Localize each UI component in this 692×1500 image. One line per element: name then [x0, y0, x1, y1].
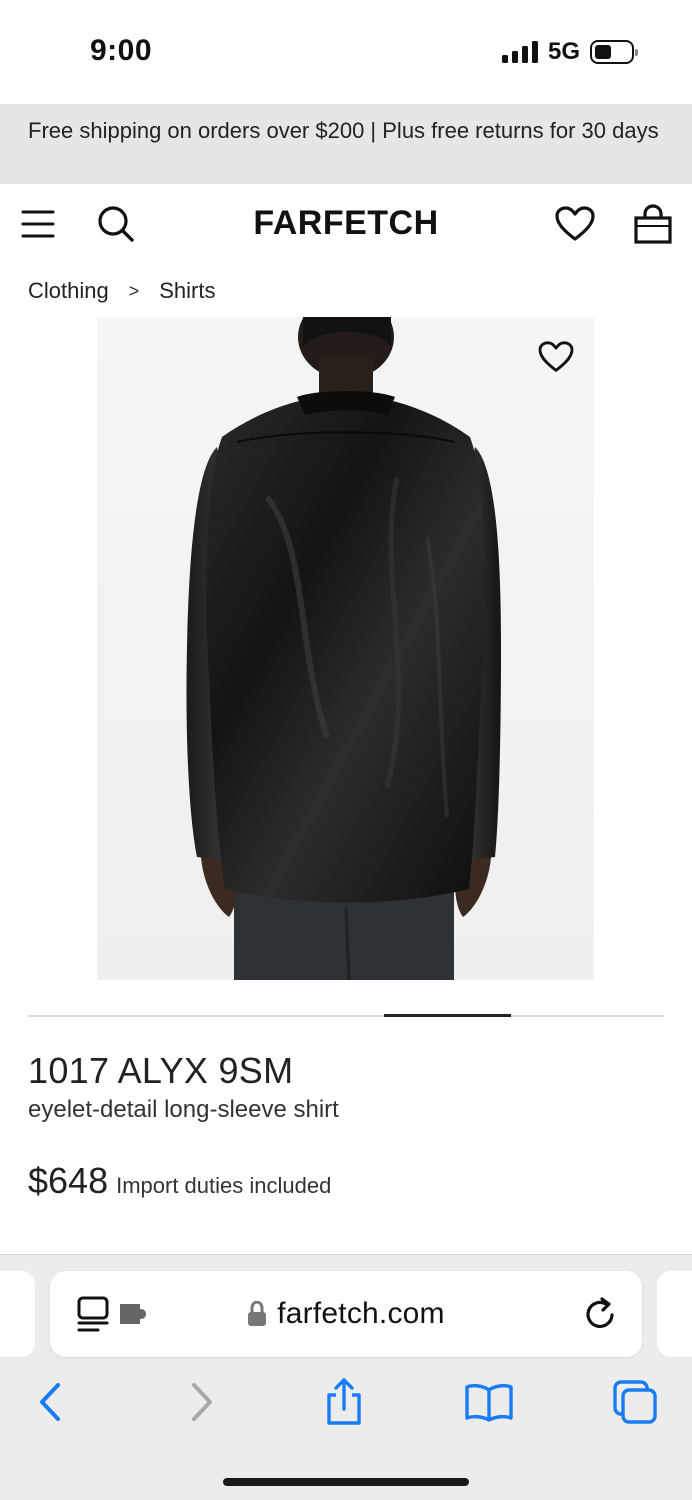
address-bar[interactable]: farfetch.com	[50, 1271, 642, 1357]
lock-icon	[248, 1301, 267, 1326]
battery-icon	[590, 40, 638, 64]
bookmarks-icon[interactable]	[464, 1377, 514, 1427]
breadcrumb-clothing[interactable]: Clothing	[28, 278, 109, 304]
status-indicators: 5G	[501, 38, 638, 66]
price-note: Import duties included	[116, 1173, 332, 1198]
network-label: 5G	[547, 38, 580, 65]
promo-banner[interactable]: Free shipping on orders over $200 | Plus…	[0, 104, 692, 184]
status-bar: 9:00 5G	[0, 0, 692, 104]
breadcrumb-shirts[interactable]: Shirts	[159, 278, 215, 304]
product-image[interactable]	[97, 317, 594, 980]
site-header: FARFETCH	[0, 184, 692, 264]
shirt-illustration	[186, 317, 501, 980]
status-time: 9:00	[90, 34, 153, 67]
carousel-current-position	[384, 1014, 511, 1017]
wishlist-heart-icon[interactable]	[536, 337, 576, 377]
breadcrumb: Clothing > Shirts	[28, 278, 215, 304]
home-indicator[interactable]	[223, 1478, 469, 1486]
url-display[interactable]: farfetch.com	[50, 1297, 642, 1331]
tabs-icon[interactable]	[610, 1377, 660, 1427]
signal-icon	[501, 41, 538, 63]
browser-toolbar	[0, 1373, 692, 1433]
product-price: $648	[28, 1160, 109, 1201]
price-row: $648 Import duties included	[28, 1160, 331, 1202]
previous-tab-peek[interactable]	[0, 1271, 35, 1357]
product-brand[interactable]: 1017 ALYX 9SM	[28, 1050, 293, 1092]
bag-icon[interactable]	[631, 202, 675, 246]
url-text: farfetch.com	[277, 1297, 445, 1330]
heart-icon[interactable]	[553, 202, 597, 246]
next-tab-peek[interactable]	[657, 1271, 692, 1357]
forward-icon[interactable]	[176, 1377, 226, 1427]
product-description: eyelet-detail long-sleeve shirt	[28, 1096, 339, 1123]
breadcrumb-separator: >	[128, 280, 140, 301]
back-icon[interactable]	[26, 1377, 76, 1427]
browser-chrome: farfetch.com	[0, 1254, 692, 1500]
share-icon[interactable]	[319, 1377, 369, 1427]
image-carousel-indicator[interactable]	[28, 1014, 664, 1017]
reload-icon[interactable]	[582, 1295, 620, 1333]
